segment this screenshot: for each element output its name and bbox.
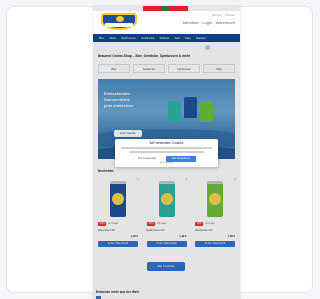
sun-icon	[116, 16, 124, 22]
dialog-text	[121, 147, 212, 149]
cookie-consent-dialog: Wir verwenden Cookies Nur notwendige All…	[115, 139, 218, 167]
webshop-page: Service · Kontakt Merkliste · Login · Wa…	[93, 6, 240, 299]
site-header: Service · Kontakt Merkliste · Login · Wa…	[93, 11, 240, 34]
settings-link[interactable]: Einstellungen	[115, 162, 218, 164]
cookie-overlay	[93, 41, 240, 299]
top-links[interactable]: Service · Kontakt	[212, 13, 235, 17]
header-icons[interactable]: Merkliste · Login · Warenkorb	[183, 20, 235, 25]
dialog-text	[129, 151, 204, 153]
brand-logo[interactable]	[101, 13, 137, 30]
dialog-title: Wir verwenden Cookies	[149, 141, 184, 145]
